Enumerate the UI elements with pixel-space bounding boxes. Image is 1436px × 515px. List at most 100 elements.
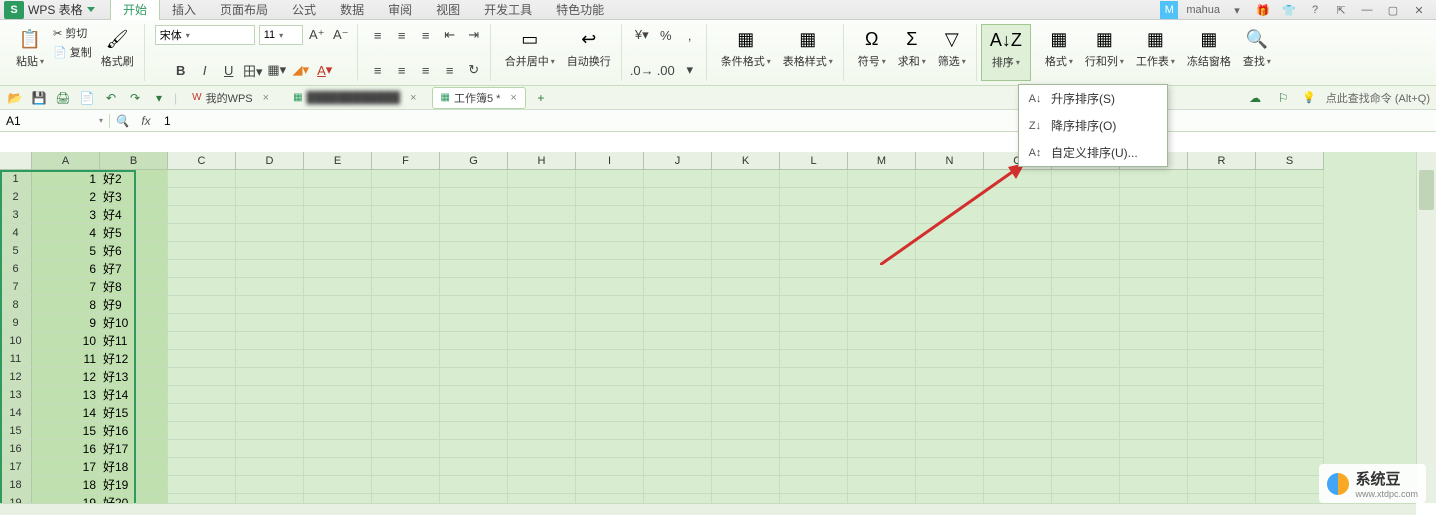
row-header-8[interactable]: 8	[0, 296, 32, 314]
col-header-J[interactable]: J	[644, 152, 712, 170]
close-tab-icon[interactable]: ×	[510, 92, 516, 104]
cell[interactable]	[168, 440, 236, 458]
cell[interactable]	[916, 494, 984, 503]
cell[interactable]	[984, 314, 1052, 332]
cell[interactable]	[1052, 224, 1120, 242]
cell[interactable]	[304, 206, 372, 224]
shirt-icon[interactable]: 👕	[1280, 1, 1298, 19]
cell[interactable]	[916, 458, 984, 476]
cell[interactable]	[848, 350, 916, 368]
cell[interactable]	[1188, 458, 1256, 476]
tab-data[interactable]: 数据	[328, 0, 376, 20]
cell[interactable]	[984, 170, 1052, 188]
cell[interactable]: 好9	[100, 296, 168, 314]
horizontal-scrollbar[interactable]	[0, 503, 1416, 515]
maximize-button[interactable]: ▢	[1384, 1, 1402, 19]
cell[interactable]: 5	[32, 242, 100, 260]
cell[interactable]	[712, 314, 780, 332]
cell[interactable]	[780, 422, 848, 440]
cell[interactable]: 1	[32, 170, 100, 188]
cell[interactable]	[236, 242, 304, 260]
cell[interactable]	[848, 332, 916, 350]
font-color-button[interactable]: A▾	[315, 60, 335, 80]
cell[interactable]	[440, 386, 508, 404]
cell[interactable]	[984, 296, 1052, 314]
cell[interactable]	[916, 314, 984, 332]
open-icon[interactable]: 📂	[6, 89, 24, 107]
cell[interactable]	[304, 224, 372, 242]
increase-font-icon[interactable]: A⁺	[307, 25, 327, 45]
user-avatar[interactable]: M	[1160, 1, 1178, 19]
cell[interactable]	[1256, 314, 1324, 332]
cell[interactable]	[236, 386, 304, 404]
row-header-3[interactable]: 3	[0, 206, 32, 224]
tab-home[interactable]: 开始	[110, 0, 160, 20]
cell[interactable]	[236, 206, 304, 224]
share-icon[interactable]: ⇱	[1332, 1, 1350, 19]
cell[interactable]	[984, 368, 1052, 386]
cell[interactable]	[916, 188, 984, 206]
border-button[interactable]: 田▾	[243, 60, 263, 80]
cell[interactable]	[780, 224, 848, 242]
cell[interactable]	[508, 350, 576, 368]
app-menu-dropdown-icon[interactable]	[87, 7, 95, 12]
cell[interactable]	[848, 440, 916, 458]
cell[interactable]	[1052, 170, 1120, 188]
qat-more-icon[interactable]: ▾	[150, 89, 168, 107]
cell[interactable]	[576, 440, 644, 458]
cell[interactable]: 好13	[100, 368, 168, 386]
row-header-13[interactable]: 13	[0, 386, 32, 404]
col-header-G[interactable]: G	[440, 152, 508, 170]
cell[interactable]	[848, 188, 916, 206]
cell[interactable]	[168, 422, 236, 440]
underline-button[interactable]: U	[219, 60, 239, 80]
cell[interactable]	[304, 188, 372, 206]
cell[interactable]	[916, 242, 984, 260]
cell[interactable]	[576, 278, 644, 296]
cell[interactable]	[1052, 476, 1120, 494]
cell[interactable]	[1256, 404, 1324, 422]
cell[interactable]	[1052, 296, 1120, 314]
cell[interactable]: 好19	[100, 476, 168, 494]
cell[interactable]	[712, 440, 780, 458]
cell[interactable]	[304, 296, 372, 314]
cell[interactable]	[440, 206, 508, 224]
cell[interactable]	[236, 404, 304, 422]
cell[interactable]	[576, 170, 644, 188]
cell[interactable]	[644, 278, 712, 296]
cell[interactable]	[1120, 206, 1188, 224]
cell[interactable]	[168, 404, 236, 422]
cell[interactable]	[236, 332, 304, 350]
sort-button[interactable]: A↓Z排序▾	[981, 24, 1031, 81]
cell[interactable]	[712, 170, 780, 188]
cell[interactable]	[712, 332, 780, 350]
cell[interactable]	[1120, 278, 1188, 296]
redo-icon[interactable]: ↷	[126, 89, 144, 107]
cell[interactable]	[168, 368, 236, 386]
cell[interactable]: 2	[32, 188, 100, 206]
cell[interactable]	[1052, 314, 1120, 332]
cell[interactable]: 好11	[100, 332, 168, 350]
cell[interactable]	[1120, 296, 1188, 314]
cell[interactable]	[1188, 206, 1256, 224]
cell[interactable]	[372, 332, 440, 350]
align-bottom-icon[interactable]: ≡	[416, 25, 436, 45]
tab-review[interactable]: 审阅	[376, 0, 424, 20]
cell[interactable]	[304, 440, 372, 458]
cell[interactable]	[780, 242, 848, 260]
cell[interactable]	[372, 314, 440, 332]
cell[interactable]	[304, 368, 372, 386]
cell[interactable]	[1188, 386, 1256, 404]
cell[interactable]	[236, 224, 304, 242]
cell[interactable]	[644, 494, 712, 503]
cell[interactable]	[780, 260, 848, 278]
cell[interactable]	[1052, 350, 1120, 368]
cell[interactable]	[984, 350, 1052, 368]
cell[interactable]	[984, 242, 1052, 260]
cell[interactable]	[576, 260, 644, 278]
cell[interactable]: 8	[32, 296, 100, 314]
cell[interactable]	[576, 206, 644, 224]
cell[interactable]	[168, 314, 236, 332]
cell[interactable]	[1052, 260, 1120, 278]
help-icon[interactable]: ?	[1306, 1, 1324, 19]
